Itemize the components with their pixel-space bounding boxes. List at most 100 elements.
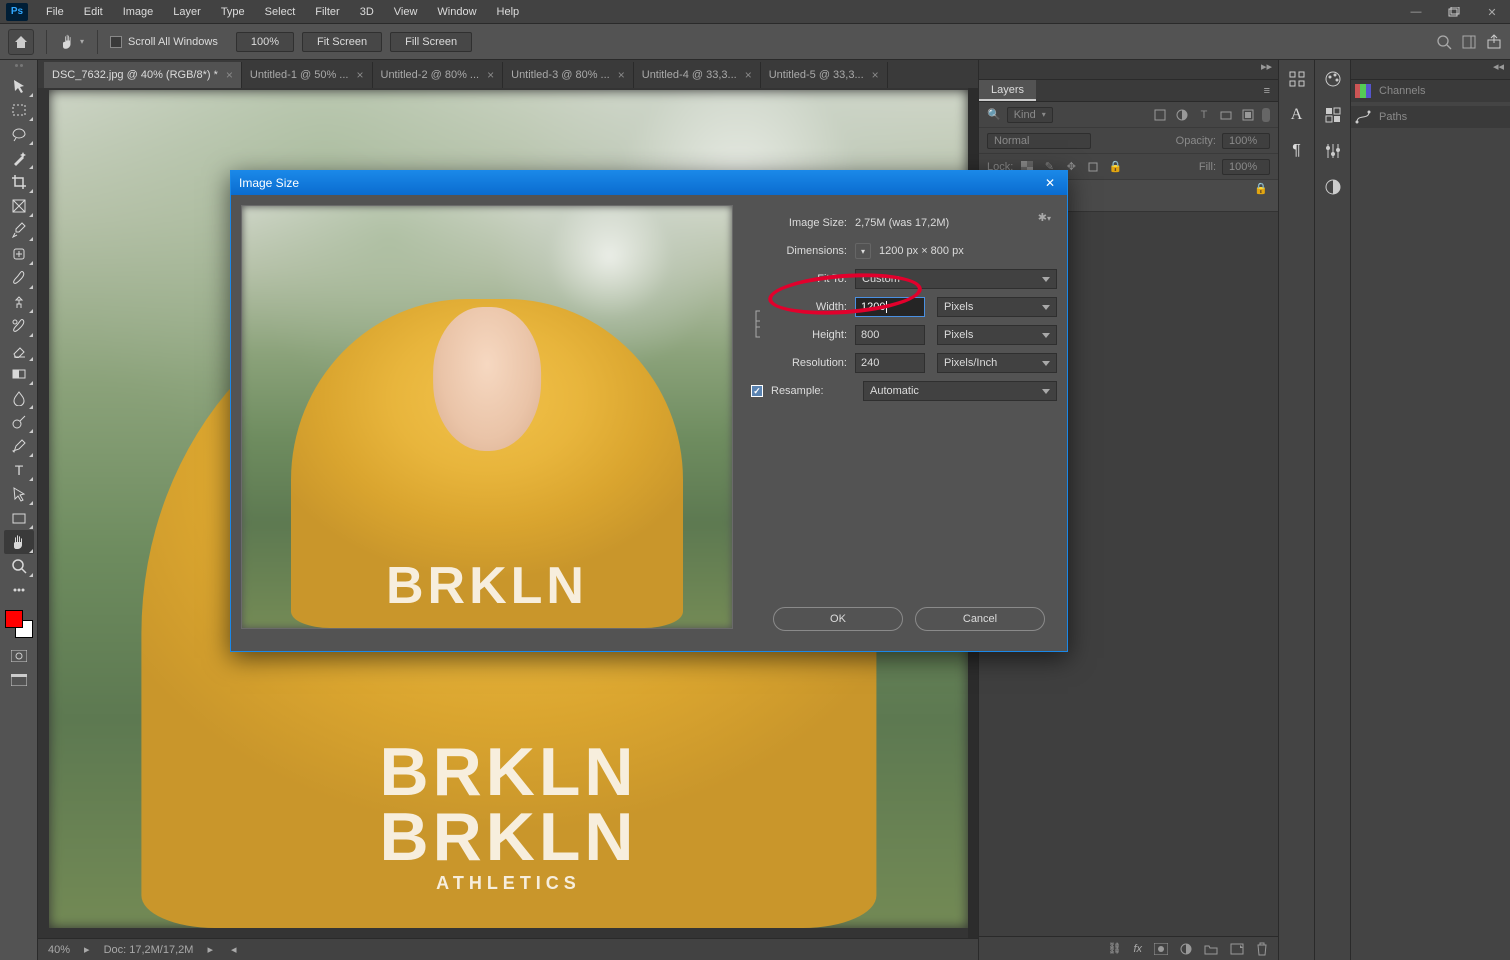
color-icon[interactable] — [1319, 66, 1347, 92]
filter-type-icon[interactable]: T — [1196, 107, 1212, 123]
menu-window[interactable]: Window — [427, 6, 486, 18]
cancel-button[interactable]: Cancel — [915, 607, 1045, 631]
search-icon[interactable] — [1436, 34, 1452, 50]
scroll-all-windows-checkbox[interactable]: Scroll All Windows — [110, 36, 218, 48]
move-tool[interactable] — [4, 74, 34, 98]
libraries-icon[interactable] — [1283, 66, 1311, 92]
lasso-tool[interactable] — [4, 122, 34, 146]
menu-3d[interactable]: 3D — [350, 6, 384, 18]
path-select-tool[interactable] — [4, 482, 34, 506]
fill-input[interactable]: 100% — [1222, 159, 1270, 175]
zoom-level[interactable]: 40% — [48, 944, 70, 956]
filter-pixel-icon[interactable] — [1152, 107, 1168, 123]
menu-filter[interactable]: Filter — [305, 6, 349, 18]
resolution-unit-dropdown[interactable]: Pixels/Inch — [937, 353, 1057, 373]
filter-adjust-icon[interactable] — [1174, 107, 1190, 123]
magic-wand-tool[interactable] — [4, 146, 34, 170]
height-unit-dropdown[interactable]: Pixels — [937, 325, 1057, 345]
panel-grip[interactable] — [4, 64, 34, 72]
dodge-tool[interactable] — [4, 410, 34, 434]
healing-tool[interactable] — [4, 242, 34, 266]
menu-select[interactable]: Select — [255, 6, 306, 18]
ok-button[interactable]: OK — [773, 607, 903, 631]
marquee-tool[interactable] — [4, 98, 34, 122]
swatches-icon[interactable] — [1319, 102, 1347, 128]
resolution-input[interactable]: 240 — [855, 353, 925, 373]
height-input[interactable]: 800 — [855, 325, 925, 345]
eyedropper-tool[interactable] — [4, 218, 34, 242]
adjustments-icon[interactable] — [1319, 138, 1347, 164]
home-button[interactable] — [8, 29, 34, 55]
workspace-icon[interactable] — [1462, 35, 1476, 49]
document-tab[interactable]: Untitled-2 @ 80% ...× — [373, 62, 504, 88]
restore-button[interactable] — [1442, 3, 1466, 21]
zoom-fill-screen-button[interactable]: Fill Screen — [390, 32, 472, 52]
mask-icon[interactable] — [1154, 943, 1168, 955]
collapse-icon[interactable]: ◂◂ — [1493, 60, 1504, 79]
color-swatches[interactable] — [5, 610, 33, 638]
close-tab-button[interactable]: × — [356, 68, 363, 82]
document-tab[interactable]: Untitled-5 @ 33,3...× — [761, 62, 888, 88]
chevron-right-icon[interactable]: ▸ — [207, 943, 213, 956]
opacity-input[interactable]: 100% — [1222, 133, 1270, 149]
new-layer-icon[interactable] — [1230, 943, 1244, 955]
panel-menu-icon[interactable]: ≡ — [1256, 85, 1278, 97]
minimize-button[interactable]: — — [1404, 3, 1428, 21]
close-tab-button[interactable]: × — [745, 68, 752, 82]
width-input[interactable]: 1200 — [855, 297, 925, 317]
adjustment-icon[interactable] — [1180, 943, 1192, 955]
type-tool[interactable]: T — [4, 458, 34, 482]
brush-tool[interactable] — [4, 266, 34, 290]
zoom-100--button[interactable]: 100% — [236, 32, 294, 52]
collapse-icon[interactable]: ▸▸ — [1261, 60, 1272, 79]
document-tab[interactable]: DSC_7632.jpg @ 40% (RGB/8*) *× — [44, 62, 242, 88]
link-icon[interactable] — [749, 309, 767, 339]
clone-tool[interactable] — [4, 290, 34, 314]
menu-view[interactable]: View — [384, 6, 428, 18]
tab-layers[interactable]: Layers — [979, 80, 1036, 101]
tab-channels[interactable]: Channels — [1375, 80, 1437, 102]
gear-icon[interactable]: ✱▾ — [1038, 211, 1051, 224]
group-icon[interactable] — [1204, 943, 1218, 955]
blur-tool[interactable] — [4, 386, 34, 410]
screen-mode-button[interactable] — [4, 668, 34, 692]
dialog-titlebar[interactable]: Image Size ✕ — [231, 171, 1067, 195]
width-unit-dropdown[interactable]: Pixels — [937, 297, 1057, 317]
zoom-fit-screen-button[interactable]: Fit Screen — [302, 32, 382, 52]
document-tab[interactable]: Untitled-4 @ 33,3...× — [634, 62, 761, 88]
history-brush-tool[interactable] — [4, 314, 34, 338]
lock-artboard-icon[interactable] — [1085, 159, 1101, 175]
lock-all-icon[interactable]: 🔒 — [1107, 159, 1123, 175]
blend-mode-dropdown[interactable]: Normal — [987, 133, 1091, 149]
fit-to-dropdown[interactable]: Custom — [855, 269, 1057, 289]
document-tab[interactable]: Untitled-3 @ 80% ...× — [503, 62, 634, 88]
menu-image[interactable]: Image — [113, 6, 164, 18]
close-button[interactable]: ✕ — [1480, 3, 1504, 21]
chevron-right-icon[interactable]: ▸ — [84, 943, 90, 956]
tab-paths[interactable]: Paths — [1375, 106, 1419, 128]
chevron-left-icon[interactable]: ◂ — [231, 943, 237, 956]
pen-tool[interactable] — [4, 434, 34, 458]
dialog-preview[interactable]: BRKLN — [241, 205, 733, 629]
menu-layer[interactable]: Layer — [163, 6, 211, 18]
resample-dropdown[interactable]: Automatic — [863, 381, 1057, 401]
quick-mask-button[interactable] — [4, 644, 34, 668]
more-tool[interactable] — [4, 578, 34, 602]
rectangle-tool[interactable] — [4, 506, 34, 530]
chevron-down-icon[interactable]: ▾ — [855, 243, 871, 259]
share-icon[interactable] — [1486, 34, 1502, 50]
paragraph-icon[interactable]: ¶ — [1283, 138, 1311, 164]
frame-tool[interactable] — [4, 194, 34, 218]
character-icon[interactable]: A — [1283, 102, 1311, 128]
filter-shape-icon[interactable] — [1218, 107, 1234, 123]
close-tab-button[interactable]: × — [872, 68, 879, 82]
filter-kind-dropdown[interactable]: Kind▾ — [1007, 107, 1053, 123]
crop-tool[interactable] — [4, 170, 34, 194]
close-tab-button[interactable]: × — [226, 68, 233, 82]
filter-toggle[interactable] — [1262, 108, 1270, 122]
gradient-tool[interactable] — [4, 362, 34, 386]
menu-help[interactable]: Help — [487, 6, 530, 18]
filter-smart-icon[interactable] — [1240, 107, 1256, 123]
menu-file[interactable]: File — [36, 6, 74, 18]
search-icon[interactable]: 🔍 — [987, 108, 1001, 121]
